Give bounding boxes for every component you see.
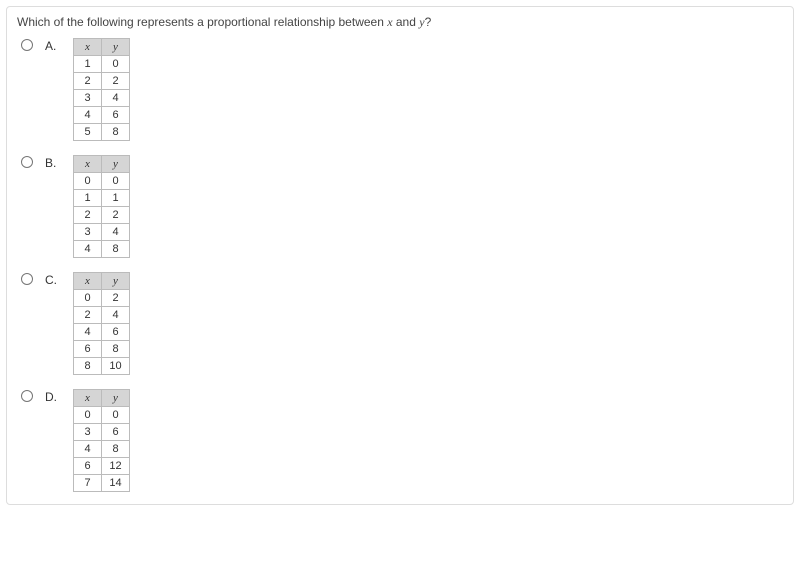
cell-x: 8: [74, 358, 102, 375]
table-row: 612: [74, 458, 130, 475]
cell-x: 4: [74, 441, 102, 458]
cell-x: 0: [74, 290, 102, 307]
table-row: 810: [74, 358, 130, 375]
table-row: 00: [74, 173, 130, 190]
cell-y: 8: [102, 241, 130, 258]
table-row: 22: [74, 73, 130, 90]
option-label-a: A.: [45, 38, 63, 53]
cell-x: 6: [74, 458, 102, 475]
option-d: D. x y 00 36 48 612 714: [21, 389, 783, 492]
table-row: 22: [74, 207, 130, 224]
cell-x: 4: [74, 241, 102, 258]
cell-y: 6: [102, 424, 130, 441]
cell-y: 6: [102, 324, 130, 341]
options-container: A. x y 10 22 34 46 58: [17, 38, 783, 492]
table-header-y: y: [102, 390, 130, 407]
cell-x: 1: [74, 56, 102, 73]
cell-x: 2: [74, 307, 102, 324]
radio-wrap: [21, 389, 35, 405]
option-label-d: D.: [45, 389, 63, 404]
cell-y: 2: [102, 290, 130, 307]
table-row: 36: [74, 424, 130, 441]
option-b: B. x y 00 11 22 34 48: [21, 155, 783, 258]
option-label-b: B.: [45, 155, 63, 170]
cell-x: 7: [74, 475, 102, 492]
radio-option-a[interactable]: [21, 39, 33, 51]
radio-option-c[interactable]: [21, 273, 33, 285]
cell-y: 1: [102, 190, 130, 207]
table-header-x: x: [74, 390, 102, 407]
table-header-x: x: [74, 156, 102, 173]
question-mid: and: [393, 15, 420, 29]
table-row: 58: [74, 124, 130, 141]
cell-x: 2: [74, 207, 102, 224]
table-header-y: y: [102, 273, 130, 290]
cell-y: 6: [102, 107, 130, 124]
table-row: 46: [74, 324, 130, 341]
cell-y: 2: [102, 207, 130, 224]
table-row: 00: [74, 407, 130, 424]
table-header-x: x: [74, 39, 102, 56]
option-c: C. x y 02 24 46 68 810: [21, 272, 783, 375]
cell-y: 0: [102, 56, 130, 73]
cell-x: 6: [74, 341, 102, 358]
cell-x: 4: [74, 324, 102, 341]
option-a: A. x y 10 22 34 46 58: [21, 38, 783, 141]
cell-y: 8: [102, 341, 130, 358]
table-row: 34: [74, 224, 130, 241]
cell-y: 8: [102, 441, 130, 458]
cell-x: 0: [74, 173, 102, 190]
cell-y: 4: [102, 224, 130, 241]
question-card: Which of the following represents a prop…: [6, 6, 794, 505]
table-row: 24: [74, 307, 130, 324]
cell-x: 1: [74, 190, 102, 207]
table-row: 46: [74, 107, 130, 124]
question-prefix: Which of the following represents a prop…: [17, 15, 387, 29]
cell-y: 2: [102, 73, 130, 90]
cell-x: 3: [74, 90, 102, 107]
radio-wrap: [21, 38, 35, 54]
option-label-c: C.: [45, 272, 63, 287]
table-header-y: y: [102, 39, 130, 56]
cell-y: 8: [102, 124, 130, 141]
table-c: x y 02 24 46 68 810: [73, 272, 130, 375]
table-row: 48: [74, 441, 130, 458]
cell-y: 12: [102, 458, 130, 475]
table-row: 714: [74, 475, 130, 492]
table-row: 11: [74, 190, 130, 207]
radio-wrap: [21, 272, 35, 288]
cell-y: 0: [102, 407, 130, 424]
table-d: x y 00 36 48 612 714: [73, 389, 130, 492]
table-row: 10: [74, 56, 130, 73]
question-text: Which of the following represents a prop…: [17, 15, 783, 30]
cell-x: 2: [74, 73, 102, 90]
table-header-x: x: [74, 273, 102, 290]
cell-y: 10: [102, 358, 130, 375]
table-row: 02: [74, 290, 130, 307]
cell-y: 14: [102, 475, 130, 492]
table-header-y: y: [102, 156, 130, 173]
cell-x: 5: [74, 124, 102, 141]
table-a: x y 10 22 34 46 58: [73, 38, 130, 141]
cell-x: 4: [74, 107, 102, 124]
cell-y: 4: [102, 90, 130, 107]
cell-x: 3: [74, 224, 102, 241]
radio-option-b[interactable]: [21, 156, 33, 168]
cell-y: 4: [102, 307, 130, 324]
cell-y: 0: [102, 173, 130, 190]
cell-x: 3: [74, 424, 102, 441]
question-suffix: ?: [425, 15, 432, 29]
radio-option-d[interactable]: [21, 390, 33, 402]
table-row: 68: [74, 341, 130, 358]
table-row: 48: [74, 241, 130, 258]
cell-x: 0: [74, 407, 102, 424]
table-b: x y 00 11 22 34 48: [73, 155, 130, 258]
radio-wrap: [21, 155, 35, 171]
table-row: 34: [74, 90, 130, 107]
